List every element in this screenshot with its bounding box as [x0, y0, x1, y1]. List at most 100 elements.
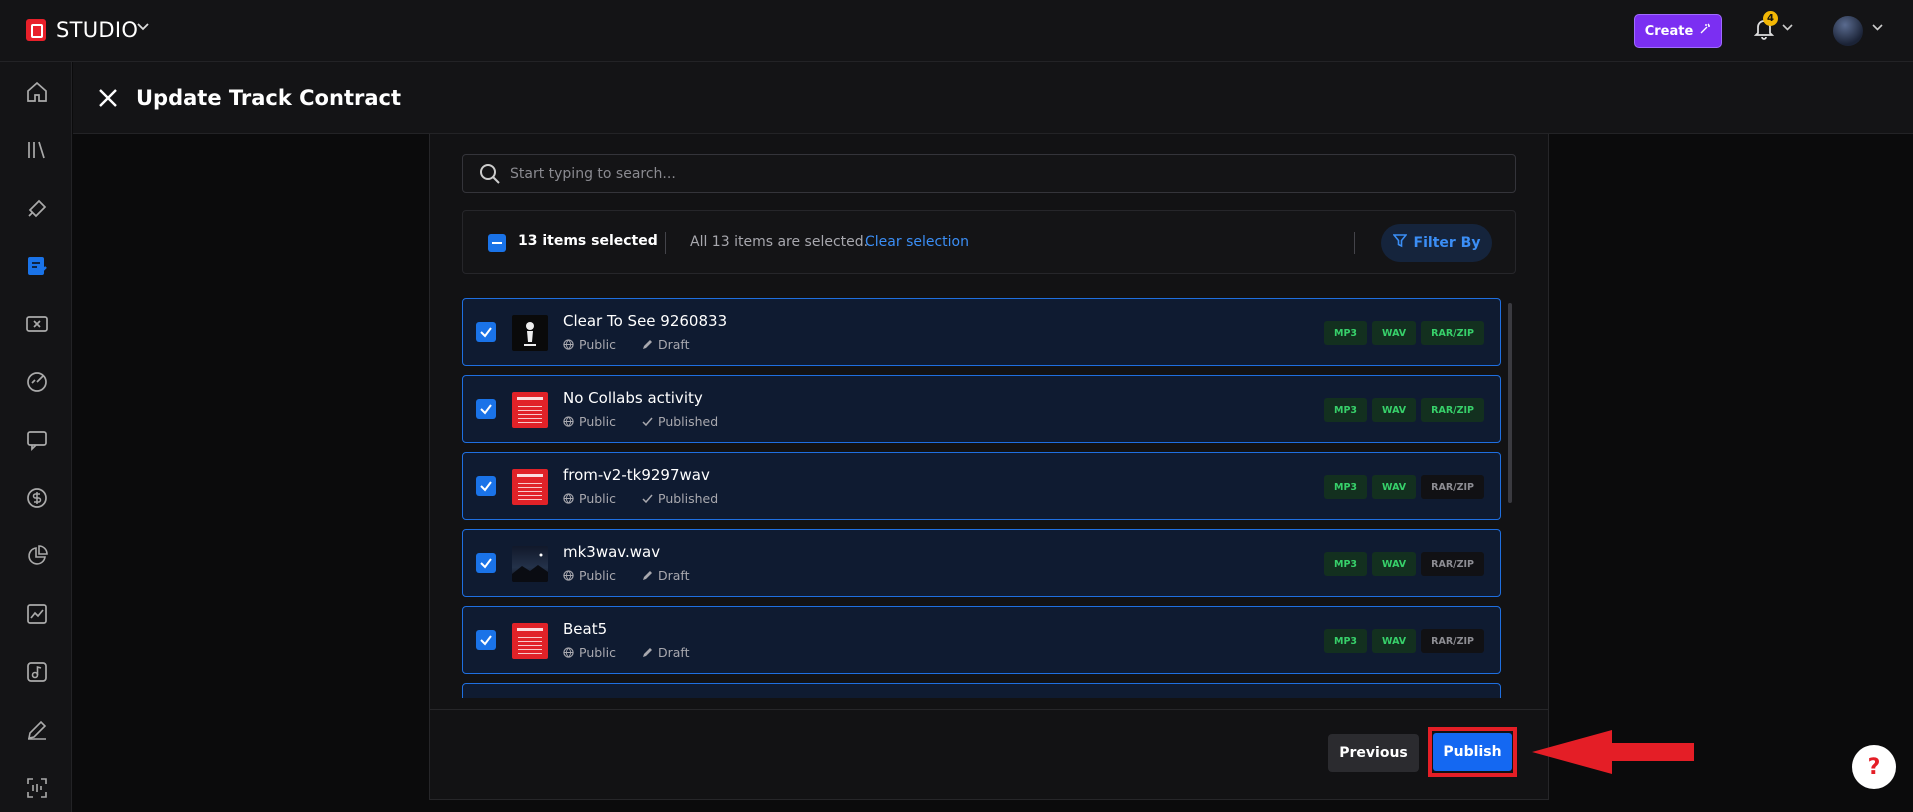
home-icon[interactable] — [24, 79, 50, 105]
contracts-icon[interactable] — [24, 253, 50, 279]
list-item[interactable]: No Collabs activity Public Published MP3 WAV… — [462, 375, 1501, 443]
status: Draft — [642, 645, 690, 660]
row-checkbox[interactable] — [476, 476, 496, 496]
format-badge: WAV — [1372, 475, 1417, 499]
format-badge: MP3 — [1324, 321, 1368, 345]
publish-button[interactable]: Publish — [1433, 733, 1512, 771]
format-badge: WAV — [1372, 398, 1417, 422]
format-badges: MP3 WAV RAR/ZIP — [1324, 321, 1484, 345]
list-item[interactable]: Clear To See 9260833 Public Draft MP3 WAV RAR… — [462, 298, 1501, 366]
track-title[interactable]: mk3wav.wav — [563, 543, 660, 561]
row-checkbox[interactable] — [476, 399, 496, 419]
sales-icon[interactable] — [24, 485, 50, 511]
visibility-label: Public — [579, 491, 616, 506]
filter-label: Filter By — [1413, 235, 1481, 251]
search-icon — [478, 162, 502, 186]
check-icon — [480, 558, 492, 569]
visibility-label: Public — [579, 414, 616, 429]
list-item[interactable]: mk3wav.wav Public Draft MP3 WAV RAR/ZIP — [462, 529, 1501, 597]
chevron-down-icon[interactable] — [1782, 22, 1793, 36]
track-thumbnail — [512, 315, 548, 351]
list-item[interactable]: from-v2-tk9297wav Public Published MP3 WAV RA… — [462, 452, 1501, 520]
track-meta: Public Published — [563, 414, 718, 429]
track-meta: Public Published — [563, 491, 718, 506]
track-title[interactable]: No Collabs activity — [563, 389, 703, 407]
track-meta: Public Draft — [563, 568, 690, 583]
clear-selection-link[interactable]: Clear selection — [865, 234, 969, 250]
format-badge: WAV — [1372, 321, 1417, 345]
row-checkbox[interactable] — [476, 630, 496, 650]
list-item[interactable]: Beat5 Public Draft MP3 WAV RAR/ZIP — [462, 606, 1501, 674]
format-badge: MP3 — [1324, 475, 1368, 499]
reports-icon[interactable] — [24, 543, 50, 569]
visibility-label: Public — [579, 568, 616, 583]
avatar[interactable] — [1833, 16, 1863, 46]
track-thumbnail — [512, 623, 548, 659]
notification-badge: 4 — [1763, 11, 1778, 26]
analytics-icon[interactable] — [24, 369, 50, 395]
format-badge: RAR/ZIP — [1421, 398, 1484, 422]
check-icon — [642, 417, 653, 427]
stats-icon[interactable] — [24, 601, 50, 627]
visibility: Public — [563, 568, 616, 583]
status: Draft — [642, 337, 690, 352]
format-badge: WAV — [1372, 552, 1417, 576]
divider — [665, 232, 666, 254]
track-title[interactable]: Beat5 — [563, 620, 607, 638]
row-checkbox[interactable] — [476, 553, 496, 573]
check-icon — [480, 481, 492, 492]
format-badges: MP3 WAV RAR/ZIP — [1324, 398, 1484, 422]
check-icon — [480, 327, 492, 338]
messages-icon[interactable] — [24, 427, 50, 453]
status: Published — [642, 491, 718, 506]
track-title[interactable]: from-v2-tk9297wav — [563, 466, 710, 484]
select-all-checkbox[interactable] — [488, 234, 506, 252]
coupon-icon[interactable] — [24, 311, 50, 337]
status: Draft — [642, 568, 690, 583]
scrollbar[interactable] — [1508, 303, 1512, 503]
scan-icon[interactable] — [24, 775, 50, 801]
pointer-arrow-icon — [1530, 728, 1696, 776]
divider — [1354, 232, 1355, 254]
page-title: Update Track Contract — [136, 86, 401, 110]
format-badge: RAR/ZIP — [1421, 629, 1484, 653]
visibility: Public — [563, 337, 616, 352]
filter-button[interactable]: Filter By — [1381, 224, 1492, 262]
format-badge: RAR/ZIP — [1421, 321, 1484, 345]
status: Published — [642, 414, 718, 429]
help-button[interactable]: ? — [1852, 745, 1896, 789]
format-badges: MP3 WAV RAR/ZIP — [1324, 552, 1484, 576]
format-badges: MP3 WAV RAR/ZIP — [1324, 475, 1484, 499]
chevron-down-icon[interactable] — [1872, 22, 1883, 36]
format-badge: RAR/ZIP — [1421, 475, 1484, 499]
music-icon[interactable] — [24, 659, 50, 685]
library-icon[interactable] — [24, 137, 50, 163]
visibility: Public — [563, 491, 616, 506]
selection-count: 13 items selected — [518, 233, 658, 249]
promo-icon[interactable] — [24, 195, 50, 221]
status-label: Published — [658, 491, 719, 506]
check-icon — [642, 494, 653, 504]
logo-icon[interactable] — [26, 19, 46, 41]
create-button[interactable]: Create — [1634, 14, 1722, 48]
list-item[interactable] — [462, 683, 1501, 698]
format-badge: WAV — [1372, 629, 1417, 653]
search-input[interactable] — [510, 162, 1490, 186]
edit-icon[interactable] — [24, 717, 50, 743]
all-selected-text: All 13 items are selected. — [690, 234, 869, 250]
brand-name[interactable]: STUDIO — [56, 18, 138, 42]
format-badge: MP3 — [1324, 398, 1368, 422]
track-title[interactable]: Clear To See 9260833 — [563, 312, 727, 330]
status-label: Draft — [658, 337, 690, 352]
previous-button[interactable]: Previous — [1328, 734, 1419, 772]
visibility-label: Public — [579, 645, 616, 660]
row-checkbox[interactable] — [476, 322, 496, 342]
chevron-down-icon[interactable] — [136, 20, 150, 38]
close-icon[interactable] — [96, 86, 120, 110]
track-meta: Public Draft — [563, 645, 690, 660]
visibility-label: Public — [579, 337, 616, 352]
pencil-icon — [643, 571, 652, 580]
status-label: Draft — [658, 645, 690, 660]
pencil-icon — [643, 648, 652, 657]
format-badges: MP3 WAV RAR/ZIP — [1324, 629, 1484, 653]
